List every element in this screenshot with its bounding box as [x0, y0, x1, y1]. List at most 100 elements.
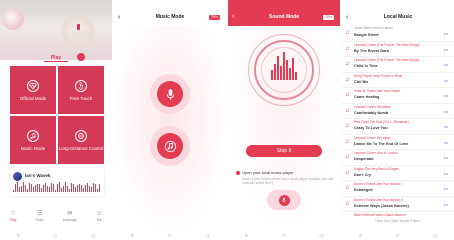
waveform-bar	[75, 186, 76, 192]
sound-bar	[289, 68, 291, 80]
song-title: Child In Time	[354, 64, 378, 68]
music-note-icon: ♫	[345, 123, 350, 129]
back-icon[interactable]: ◁	[205, 233, 209, 239]
more-options-icon[interactable]: •••	[444, 109, 448, 114]
microphone-icon	[278, 194, 290, 206]
back-arrow-icon[interactable]: ‹	[346, 14, 348, 22]
song-row[interactable]: ♫ Leonard Cohen (The Future / Ten New Son…	[342, 57, 454, 73]
music-note-icon: ♫	[345, 200, 350, 207]
song-row[interactable]: ♫ Deep Purple Deep Purple In Rock Ciril Ni…	[342, 73, 454, 88]
mode-grid: Official Mode Free Touch Music Mode Long…	[10, 66, 104, 164]
back-arrow-icon[interactable]: ‹	[118, 14, 120, 22]
more-options-icon[interactable]: •••	[444, 31, 448, 36]
tab-bar-me[interactable]: ☺ Me	[96, 210, 102, 228]
more-options-icon[interactable]: •••	[444, 171, 448, 176]
home-icon[interactable]: □	[168, 233, 171, 239]
music-note-icon	[27, 129, 39, 142]
more-options-icon[interactable]: •••	[444, 78, 448, 83]
song-title: Desperado	[354, 157, 374, 161]
mode-tile-long-distance[interactable]: Long-Distance Control	[58, 116, 104, 164]
mode-tile-official[interactable]: Official Mode	[10, 66, 56, 114]
more-options-icon[interactable]: •••	[444, 93, 448, 98]
song-row[interactable]: ♫ Leonard Cohen Old Ideas Dance Me To The …	[342, 135, 454, 150]
stop-button[interactable]: Stop It	[246, 145, 322, 157]
recents-icon[interactable]: ≡	[245, 233, 248, 239]
recents-icon[interactable]: ≡	[131, 233, 134, 239]
song-row[interactable]: ♫ Sonic N' Roses Use Your Illusion Come He…	[342, 88, 454, 104]
local-player-option[interactable]: Open your local music player (Note: if y…	[236, 170, 334, 185]
waveform-bar	[87, 183, 88, 192]
home-icon[interactable]: □	[54, 233, 57, 239]
message-icon: ✉	[67, 211, 73, 217]
system-nav-bar: ≡ □ ◁	[342, 231, 454, 240]
home-icon[interactable]: □	[282, 233, 285, 239]
waveform-bar	[41, 187, 42, 192]
microphone-button[interactable]	[157, 81, 183, 107]
waveform-bar	[33, 186, 34, 192]
waveform-bar	[25, 185, 26, 192]
song-row[interactable]: ♫ Jesse Bates Parfect Harmo Boogie Street •…	[342, 26, 454, 42]
song-row[interactable]: ♫ Pink Floyd The Wall (2011 - Remaster) Cr…	[342, 119, 454, 135]
song-artist: Moby Extreme Ways (Jason Bourne)	[354, 213, 406, 216]
more-options-icon[interactable]: •••	[444, 155, 448, 160]
option-description: (Note: if your mobile phone has a music …	[242, 177, 334, 185]
tab-bar-play[interactable]: ♡ Play	[10, 210, 17, 228]
song-row[interactable]: ♫ Leonard Cohen (The Future / Ten New Son…	[342, 42, 454, 57]
page-title: Local Music	[383, 14, 413, 20]
mini-player[interactable]: Ian's Wavek	[10, 168, 104, 196]
radio-selected[interactable]	[236, 171, 240, 175]
more-options-icon[interactable]: •••	[444, 62, 448, 67]
song-list: ♫ Jesse Bates Parfect Harmo Boogie Street •…	[342, 26, 454, 216]
sound-bar	[292, 58, 294, 80]
waveform-bar	[23, 182, 24, 192]
song-title: Dance Me To The End Of Love	[354, 141, 409, 146]
song-row[interactable]: ♫ Eagles The Very Best of Eagles Don't Cry…	[342, 166, 454, 181]
more-options-icon[interactable]: •••	[444, 47, 448, 52]
tab-bar-feed[interactable]: ☰ Feed	[36, 210, 44, 228]
waveform-bar	[81, 184, 82, 192]
music-note-icon: ♫	[345, 76, 350, 83]
system-nav-bar: ≡ □ ◁	[228, 231, 340, 240]
microphone-toggle[interactable]	[267, 190, 301, 210]
tab-bar-message[interactable]: ✉ Message	[63, 210, 77, 228]
system-nav-bar: ≡ □ ◁	[114, 231, 226, 240]
back-icon[interactable]: ◁	[433, 233, 437, 239]
header: ‹ Local Music	[342, 14, 454, 24]
song-row[interactable]: ♫ Leonard Cohen Live In London Desperado ••…	[342, 150, 454, 166]
waveform-bar	[47, 185, 48, 192]
back-icon[interactable]: ◁	[319, 233, 323, 239]
waveform-bar	[71, 183, 72, 192]
player-title: Ian's Wavek	[25, 173, 51, 178]
mode-tile-free-touch[interactable]: Free Touch	[58, 66, 104, 114]
more-options-icon[interactable]: •••	[444, 124, 448, 129]
sound-bar	[286, 60, 288, 80]
more-options-icon[interactable]: •••	[444, 202, 448, 207]
more-options-icon[interactable]: •••	[444, 140, 448, 145]
help-link[interactable]: How Do I Add Music Files?	[342, 219, 454, 223]
more-options-icon[interactable]: •••	[444, 186, 448, 191]
song-row[interactable]: ♫ Guns N' Roses Use Your Illusion I Estran…	[342, 181, 454, 197]
song-row[interactable]: ♫Moby Extreme Ways (Jason Bourne)First C…	[342, 212, 454, 216]
song-artist: Leonard Cohen (The Future / Ten New Song…	[354, 58, 420, 62]
tab-underline	[44, 61, 68, 62]
mode-tile-music[interactable]: Music Mode	[10, 116, 56, 164]
waveform-bar	[39, 184, 40, 192]
bottom-tab-bar: ♡ Play ☰ Feed ✉ Message ☺ Me	[0, 210, 112, 228]
home-screen: Play Official Mode Free Touch Music Mode…	[0, 0, 112, 240]
waveform-bar	[61, 187, 62, 192]
home-icon[interactable]: □	[396, 233, 399, 239]
song-title: Comfortably Numb	[354, 110, 389, 115]
recents-icon[interactable]: ≡	[359, 233, 362, 239]
song-row[interactable]: ♫ Guns N' Roses Use Your Illusion II Extre…	[342, 197, 454, 212]
recents-icon[interactable]: ≡	[17, 233, 20, 239]
music-file-button[interactable]	[157, 133, 183, 159]
waveform-bar	[51, 183, 52, 192]
song-row[interactable]: ♫ Leonard Cohen Old Ideas Comfortably Numb…	[342, 104, 454, 119]
song-title: Crazy To Love You	[354, 126, 388, 130]
music-note-icon: ♫	[345, 154, 350, 160]
song-title: Ciril Nix	[354, 79, 369, 84]
back-icon[interactable]: ◁	[91, 233, 95, 239]
song-title: Don't Cry	[354, 172, 371, 177]
sound-bar	[277, 56, 279, 80]
waveform-bar	[31, 184, 32, 192]
